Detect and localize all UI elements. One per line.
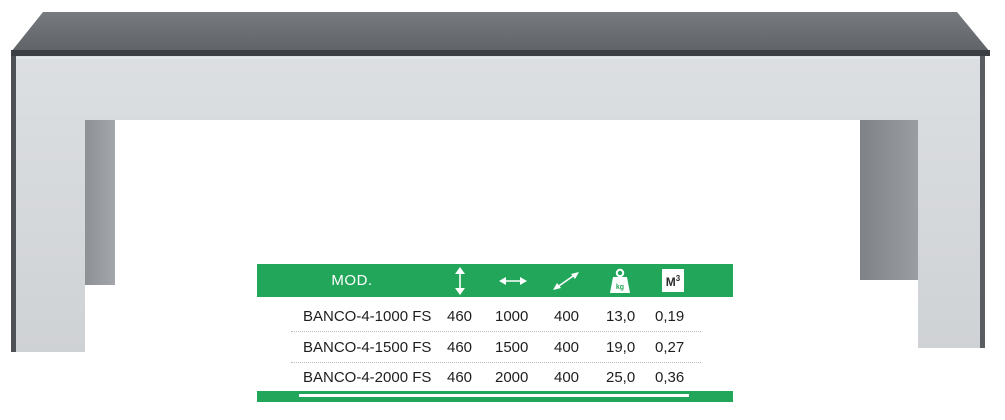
depth-icon <box>546 264 586 297</box>
volume-cell: 0,36 <box>655 369 685 386</box>
volume-label: M <box>665 275 676 289</box>
spec-table-footer <box>257 391 733 402</box>
height-cell: 460 <box>447 339 473 356</box>
length-cell: 1500 <box>495 339 529 356</box>
row-divider <box>291 362 701 363</box>
volume-superscript: 3 <box>675 274 681 283</box>
length-cell: 2000 <box>495 369 529 386</box>
row-divider <box>291 331 701 332</box>
bench-left-edge <box>11 56 16 352</box>
weight-icon: kg <box>600 264 640 297</box>
table-row: BANCO-4-2000 FS 460 2000 400 25,0 0,36 <box>257 366 733 390</box>
depth-cell: 400 <box>554 369 580 386</box>
bench-top-surface <box>11 12 990 52</box>
weight-cell: 13,0 <box>606 308 636 325</box>
table-row: BANCO-4-1000 FS 460 1000 400 13,0 0,19 <box>257 305 733 332</box>
bench-inner-leg-left <box>85 120 115 285</box>
height-cell: 460 <box>447 369 473 386</box>
bench-inner-leg-right <box>860 120 918 280</box>
volume-cell: 0,19 <box>655 308 685 325</box>
volume-label-box: M3 <box>661 269 685 292</box>
volume-cell: 0,27 <box>655 339 685 356</box>
model-cell: BANCO-4-1500 FS <box>303 339 432 356</box>
spec-table: MOD. kg M3 BANCO-4-1000 FS 460 1000 400 … <box>257 264 733 404</box>
height-cell: 460 <box>447 308 473 325</box>
model-cell: BANCO-4-2000 FS <box>303 369 432 386</box>
table-row: BANCO-4-1500 FS 460 1500 400 19,0 0,27 <box>257 336 733 363</box>
weight-cell: 19,0 <box>606 339 636 356</box>
length-icon <box>493 264 533 297</box>
bench-top-edge <box>11 50 990 56</box>
volume-icon: M3 <box>653 264 693 297</box>
length-cell: 1000 <box>495 308 529 325</box>
weight-icon-label: kg <box>616 284 624 291</box>
model-column-header: MOD. <box>331 272 373 289</box>
depth-cell: 400 <box>554 339 580 356</box>
model-cell: BANCO-4-1000 FS <box>303 308 432 325</box>
spec-table-header: MOD. kg M3 <box>257 264 733 297</box>
weight-cell: 25,0 <box>606 369 636 386</box>
height-icon <box>440 264 480 297</box>
depth-cell: 400 <box>554 308 580 325</box>
bench-right-edge <box>980 56 985 348</box>
